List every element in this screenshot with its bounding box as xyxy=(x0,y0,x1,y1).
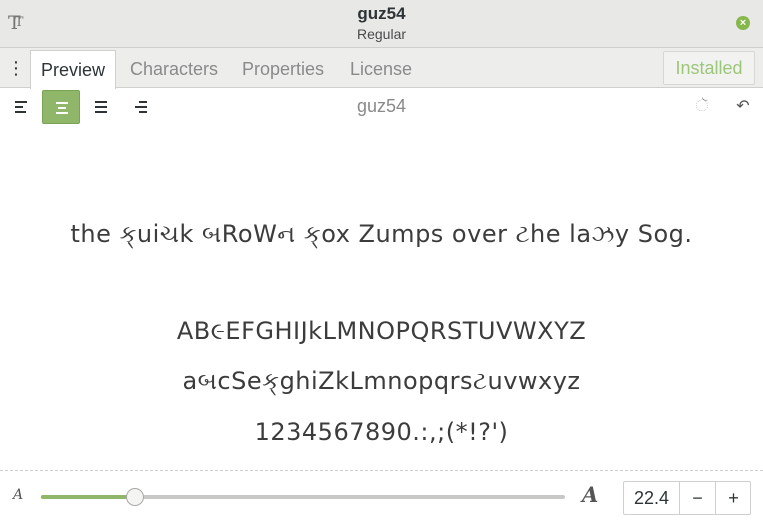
uppercase-sample: AB૯EFGHIJkLMNOPQRSTUVWXYZ xyxy=(176,317,587,345)
slider-fill xyxy=(41,495,135,499)
small-size-icon: A xyxy=(13,487,24,503)
tab-bar: ⋮ Preview Characters Properties License … xyxy=(0,48,763,89)
installed-button[interactable]: Installed xyxy=(663,51,755,85)
tab-preview[interactable]: Preview xyxy=(30,50,117,89)
text-direction-icon[interactable]: ૅ xyxy=(691,96,713,118)
sample-sentence: the ક્uiચk બRoWન ક્ox Zumps over ટhe laઝ… xyxy=(70,220,693,248)
preview-area: the ક્uiચk બRoWન ક્ox Zumps over ટhe laઝ… xyxy=(0,128,763,470)
lowercase-sample: aબcSeક્ghiZkLmnopqrsટuvwxyz xyxy=(182,367,581,395)
window-subtitle: Regular xyxy=(356,26,407,42)
decrease-size-button[interactable]: − xyxy=(679,482,715,514)
digits-sample: 1234567890.:,;(*!?') xyxy=(254,418,509,446)
undo-icon[interactable]: ↶ xyxy=(732,96,754,118)
tab-license[interactable]: License xyxy=(340,50,422,88)
slider-knob[interactable] xyxy=(126,488,144,506)
size-controls: A A 22.4 − + xyxy=(0,471,763,521)
tab-properties[interactable]: Properties xyxy=(232,50,334,88)
title-bar: TT guz54 Regular × xyxy=(0,0,763,48)
window-title: guz54 xyxy=(357,4,406,23)
increase-size-button[interactable]: + xyxy=(715,482,751,514)
preview-toolbar: guz54 ૅ ↶ xyxy=(0,88,763,128)
size-spinbutton: 22.4 − + xyxy=(623,481,751,515)
size-value[interactable]: 22.4 xyxy=(624,482,679,514)
font-name-label: guz54 xyxy=(356,96,407,116)
close-icon[interactable]: × xyxy=(736,16,750,30)
menu-icon[interactable]: ⋮ xyxy=(6,57,26,79)
large-size-icon: A xyxy=(582,482,599,507)
tab-characters[interactable]: Characters xyxy=(120,50,228,88)
size-slider[interactable] xyxy=(41,488,565,506)
